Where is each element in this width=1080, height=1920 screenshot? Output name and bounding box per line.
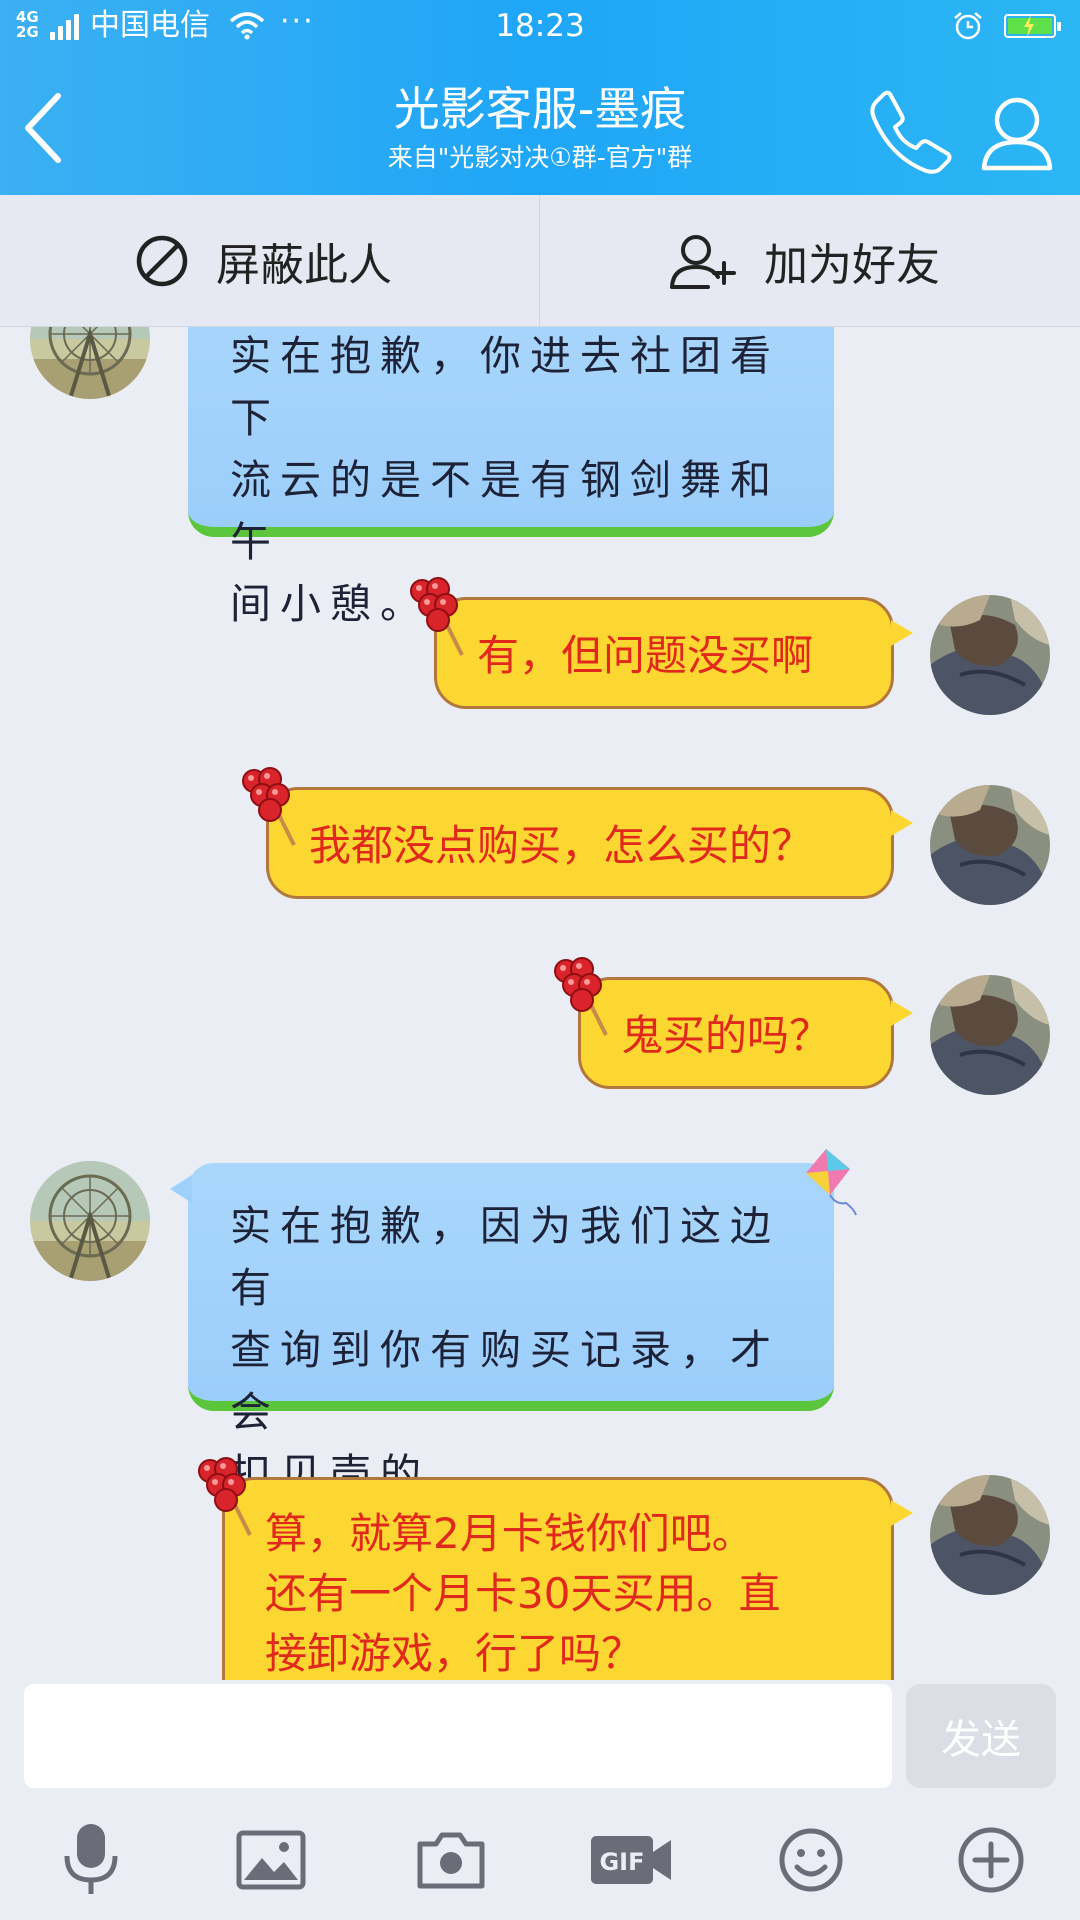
message-bubble-received: 实在抱歉，因为我们这边有 查询到你有购买记录，才会 扣贝壳的。 (170, 1163, 834, 1498)
photo-button[interactable] (226, 1810, 316, 1910)
message-bubble-sent: 我都没点购买，怎么买的？ (266, 787, 913, 899)
stranger-action-bar: 屏蔽此人 加为好友 (0, 195, 1080, 327)
message-bubble-sent: 有，但问题没买啊 (434, 597, 913, 709)
add-friend-label: 加为好友 (764, 239, 940, 291)
status-time: 18:23 (495, 8, 585, 44)
candied-haws-decoration-icon (197, 1457, 252, 1537)
block-icon (136, 235, 188, 286)
message-text-line: 算，就算2月卡钱你们吧。 (265, 1509, 754, 1558)
action-divider (539, 195, 540, 326)
message-text-line: 实在抱歉，因为我们这边有 (230, 1202, 780, 1312)
image-icon (236, 1830, 306, 1890)
contact-avatar[interactable] (30, 1161, 150, 1281)
message-bubble-sent: 算，就算2月卡钱你们吧。 还有一个月卡30天买用。直 接卸游戏，行了吗？ (222, 1477, 913, 1680)
svg-text:GIF: GIF (599, 1848, 644, 1876)
alarm-icon (954, 12, 982, 40)
my-avatar[interactable] (930, 595, 1050, 715)
chat-header: 4G 2G 中国电信 ··· 18:23 光影客服-墨痕 来自"光影对决①群-官… (0, 0, 1080, 195)
camera-button[interactable] (406, 1810, 496, 1910)
message-text: 我都没点购买，怎么买的？ (309, 821, 814, 870)
camera-icon (417, 1832, 485, 1889)
voice-button[interactable] (46, 1810, 136, 1910)
emoji-icon (779, 1828, 843, 1892)
candied-haws-decoration-icon (553, 957, 608, 1037)
kite-decoration-icon (806, 1149, 857, 1216)
emoji-button[interactable] (766, 1810, 856, 1910)
candied-haws-decoration-icon (409, 577, 464, 657)
message-input[interactable] (24, 1684, 892, 1788)
more-button[interactable] (946, 1810, 1036, 1910)
battery-charging-icon (1004, 14, 1061, 38)
chat-message-list[interactable]: 实在抱歉，你进去社团看下 流云的是不是有钢剑舞和午 间小憩。 有，但问题没买啊 … (0, 327, 1080, 1680)
block-user-label: 屏蔽此人 (216, 239, 392, 291)
block-user-button[interactable]: 屏蔽此人 (134, 195, 392, 326)
phone-icon[interactable] (868, 88, 954, 174)
input-toolbar: GIF (0, 1810, 1080, 1920)
message-text-line: 实在抱歉，你进去社团看下 (230, 332, 780, 442)
message-text-line: 接卸游戏，行了吗？ (265, 1629, 644, 1678)
message-text: 有，但问题没买啊 (477, 631, 814, 680)
message-bubble-received: 实在抱歉，你进去社团看下 流云的是不是有钢剑舞和午 间小憩。 (188, 327, 834, 628)
gif-button[interactable]: GIF (586, 1810, 676, 1910)
message-text-line: 查询到你有购买记录，才会 (230, 1326, 780, 1436)
my-avatar[interactable] (930, 1475, 1050, 1595)
add-friend-button[interactable]: 加为好友 (668, 195, 940, 326)
profile-icon[interactable] (978, 92, 1056, 172)
compose-area: 发送 GIF (0, 1680, 1080, 1920)
add-friend-icon (670, 234, 736, 289)
message-text: 鬼买的吗？ (621, 1011, 832, 1060)
status-bar: 4G 2G 中国电信 ··· 18:23 (0, 0, 1080, 52)
gif-icon: GIF (591, 1836, 671, 1884)
plus-icon (958, 1827, 1024, 1893)
candied-haws-decoration-icon (241, 767, 296, 847)
send-button[interactable]: 发送 (906, 1684, 1056, 1788)
message-text-line: 还有一个月卡30天买用。直 (265, 1569, 781, 1618)
my-avatar[interactable] (930, 975, 1050, 1095)
message-bubble-sent: 鬼买的吗？ (578, 977, 913, 1089)
message-text-line: 流云的是不是有钢剑舞和午 (230, 456, 780, 566)
contact-avatar[interactable] (30, 327, 150, 399)
microphone-icon (64, 1824, 118, 1894)
my-avatar[interactable] (930, 785, 1050, 905)
